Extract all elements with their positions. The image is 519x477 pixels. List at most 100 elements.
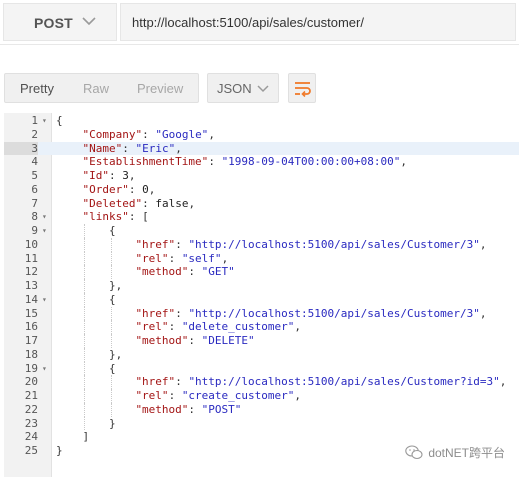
tab-preview[interactable]: Preview — [137, 81, 183, 96]
line-number: 4 — [31, 155, 38, 169]
fold-toggle-icon[interactable]: ▾ — [42, 293, 50, 307]
line-number: 1 — [31, 114, 38, 127]
code-text: "href": "http://localhost:5100/api/sales… — [135, 238, 486, 252]
fold-toggle-icon[interactable]: ▾ — [42, 114, 50, 128]
code-line: 17 "method": "DELETE" — [4, 334, 519, 348]
json-string: "http://localhost:5100/api/sales/Custome… — [188, 306, 480, 320]
code-line: 15 "href": "http://localhost:5100/api/sal… — [4, 306, 519, 321]
json-punct: : — [142, 196, 156, 210]
json-punct: : — [168, 389, 182, 402]
json-string: "1998-09-04T00:00:00+08:00" — [221, 155, 401, 169]
code-text: ] — [82, 430, 89, 444]
json-punct: , — [479, 306, 487, 320]
json-punct: }, — [108, 279, 123, 292]
code-line: 10 "href": "http://localhost:5100/api/sal… — [4, 237, 519, 252]
code-text: "href": "http://localhost:5100/api/sales… — [135, 375, 506, 389]
code-line: 18}, — [4, 347, 519, 362]
line-number: 2 — [31, 127, 38, 141]
indent-guide — [84, 237, 86, 252]
indent-guide — [110, 334, 112, 348]
url-input[interactable]: http://localhost:5100/api/sales/customer… — [120, 3, 516, 41]
code-text: { — [56, 114, 63, 128]
line-number: 15 — [24, 306, 38, 320]
code-line: 21 "rel": "create_customer", — [4, 389, 519, 403]
json-punct: : — [175, 375, 189, 389]
indent-guide — [84, 320, 86, 334]
code-line: 12 "method": "GET" — [4, 265, 519, 279]
indent-guide — [84, 416, 86, 431]
tab-raw[interactable]: Raw — [83, 81, 109, 96]
json-punct: , — [294, 389, 302, 402]
code-text: { — [109, 224, 116, 238]
json-key: "Name" — [82, 141, 123, 155]
indent-guide — [110, 306, 112, 321]
json-punct: , — [294, 320, 302, 334]
json-punct: } — [108, 416, 116, 430]
code-line: 20 "href": "http://localhost:5100/api/sal… — [4, 375, 519, 389]
line-number: 10 — [24, 237, 38, 251]
line-number: 5 — [31, 169, 38, 182]
wechat-icon — [405, 445, 423, 460]
wrap-lines-icon — [295, 82, 311, 97]
format-dropdown[interactable]: JSON — [207, 73, 279, 103]
json-literal: false — [155, 196, 189, 210]
line-number: 20 — [24, 375, 38, 389]
json-punct: , — [175, 141, 182, 155]
json-code: 1 ▾{2 "Company": "Google", 3 "Name": "Eric",… — [4, 114, 519, 458]
line-number: 11 — [24, 251, 38, 265]
line-number: 13 — [24, 279, 38, 292]
code-text: { — [109, 293, 116, 307]
json-punct: }, — [108, 347, 123, 361]
response-body-viewer[interactable]: 1 ▾{2 "Company": "Google", 3 "Name": "Eric",… — [4, 113, 519, 477]
indent-guide — [84, 251, 86, 266]
json-punct: : — [108, 169, 123, 182]
method-dropdown[interactable]: POST — [3, 3, 117, 41]
json-key: "href" — [135, 306, 176, 320]
code-line: 8 ▾ "links": [ — [4, 210, 519, 224]
indent-guide — [110, 237, 112, 252]
line-number: 16 — [24, 320, 38, 334]
code-line: 23} — [4, 416, 519, 431]
json-key: "method" — [135, 265, 189, 279]
tab-pretty[interactable]: Pretty — [20, 81, 54, 96]
indent-guide — [110, 375, 112, 389]
line-number: 9 — [31, 224, 38, 237]
watermark: dotNET跨平台 — [405, 444, 505, 461]
json-string: "POST" — [201, 402, 242, 416]
code-text: "EstablishmentTime": "1998-09-04T00:00:0… — [82, 155, 407, 169]
json-punct: : [ — [128, 210, 149, 224]
json-string: "http://localhost:5100/api/sales/Custome… — [188, 375, 500, 389]
json-string: "DELETE" — [201, 334, 255, 347]
code-text: { — [109, 362, 116, 376]
code-text: "rel": "delete_customer", — [135, 320, 301, 334]
url-value: http://localhost:5100/api/sales/customer… — [132, 15, 364, 30]
fold-toggle-icon[interactable]: ▾ — [42, 362, 50, 376]
json-punct: : — [128, 182, 143, 196]
fold-toggle-icon[interactable]: ▾ — [42, 224, 50, 238]
json-key: "EstablishmentTime" — [82, 155, 209, 169]
code-line: 11 "rel": "self", — [4, 251, 519, 266]
code-line: 24] — [4, 430, 519, 444]
code-line: 6 "Order": 0, — [4, 183, 519, 197]
json-key: "method" — [135, 402, 189, 416]
json-key: "rel" — [135, 251, 169, 265]
code-text: "Name": "Eric", — [82, 142, 181, 156]
indent-guide — [84, 306, 86, 321]
code-line: 4 "EstablishmentTime": "1998-09-04T00:00:… — [4, 155, 519, 169]
indent-guide — [84, 224, 86, 238]
indent-guide — [84, 265, 86, 279]
indent-guide — [110, 251, 112, 266]
json-punct: , — [148, 182, 156, 196]
json-punct: : — [188, 402, 202, 416]
indent-guide — [84, 347, 86, 362]
indent-guide — [84, 389, 86, 403]
fold-toggle-icon[interactable]: ▾ — [42, 210, 50, 224]
json-key: "Order" — [82, 182, 129, 196]
line-number: 18 — [24, 347, 38, 361]
json-key: "href" — [135, 375, 176, 389]
json-punct: : — [175, 237, 189, 251]
wrap-lines-button[interactable] — [288, 73, 316, 103]
json-punct: , — [499, 375, 507, 389]
json-string: "Eric" — [135, 141, 176, 155]
json-punct: , — [221, 251, 229, 265]
